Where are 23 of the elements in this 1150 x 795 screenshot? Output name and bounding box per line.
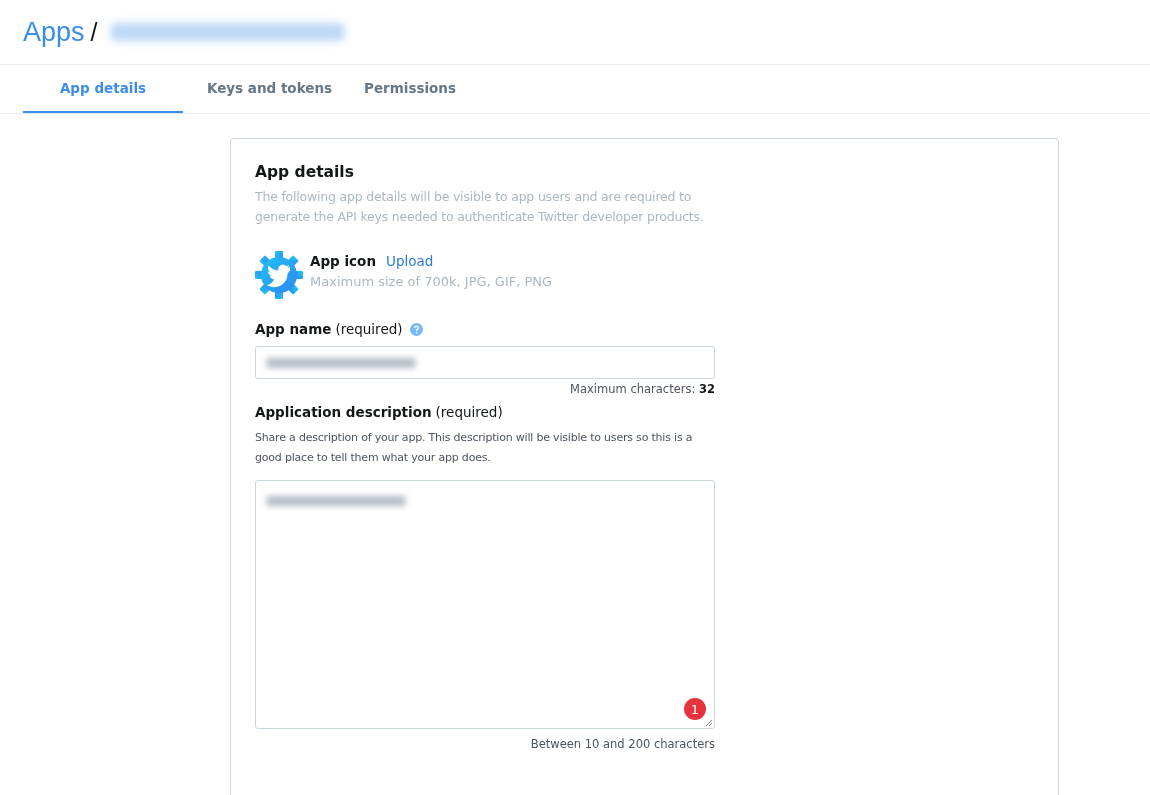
gear-bird-icon: [255, 251, 303, 299]
character-range: Between 10 and 200 characters: [530, 737, 715, 751]
upload-link[interactable]: Upload: [386, 253, 434, 269]
app-icon-label: App icon: [310, 253, 376, 269]
field-label: Application description: [255, 404, 432, 420]
character-limit: Maximum characters: 32: [570, 382, 715, 396]
field-label: App name: [255, 321, 332, 337]
notification-badge: 1: [684, 698, 706, 720]
tab[interactable]: Permissions: [356, 65, 464, 113]
required-note: (required): [435, 404, 503, 420]
upload-hint: Maximum size of 700k, JPG, GIF, PNG: [310, 274, 553, 289]
resize-grip-icon[interactable]: [705, 719, 713, 727]
tab[interactable]: App details: [23, 65, 183, 113]
tab[interactable]: Keys and tokens: [183, 65, 356, 113]
app-name-field[interactable]: [255, 346, 715, 379]
required-note: (required): [335, 321, 403, 337]
description-field[interactable]: 1: [255, 480, 715, 729]
breadcrumb-separator: /: [90, 17, 98, 47]
help-text: Share a description of your app. This description will be visible to users so this is a good place to tell them what your app does.: [255, 430, 694, 466]
help-icon[interactable]: [409, 322, 423, 336]
breadcrumb-link[interactable]: Apps: [23, 16, 85, 48]
section-title: App details: [255, 163, 355, 181]
intro-text: The following app details will be visible to app users and are required to generate the API keys needed to authenticate Twitter developer products.: [255, 188, 705, 226]
